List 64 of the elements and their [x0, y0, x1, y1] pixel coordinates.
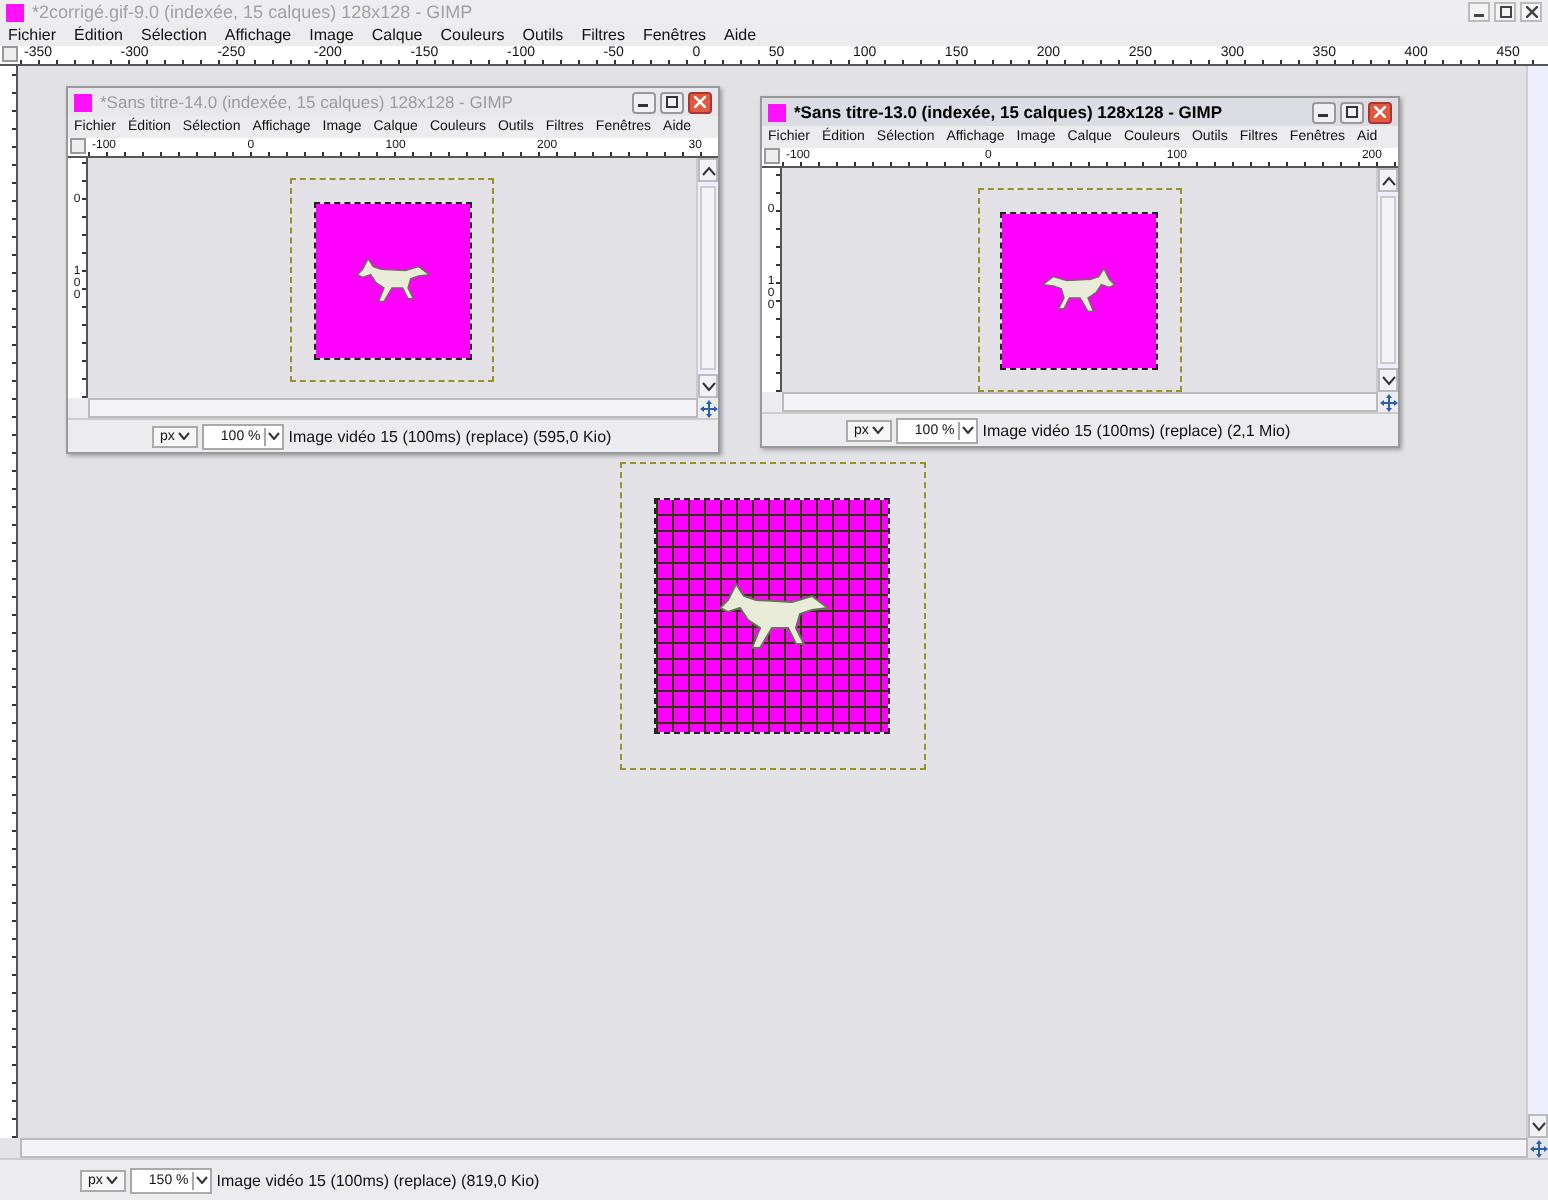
caret-down-icon — [196, 1176, 209, 1184]
menu-item[interactable]: Calque — [371, 26, 423, 44]
caret-down-icon — [701, 381, 715, 391]
minimize-button[interactable] — [1468, 2, 1490, 22]
caret-up-icon — [701, 165, 715, 175]
maximize-button[interactable] — [1494, 2, 1516, 22]
vertical-scrollbar[interactable] — [1376, 168, 1398, 392]
menu-item[interactable]: Aide — [724, 26, 757, 44]
caret-down-icon — [962, 426, 975, 434]
close-icon — [1525, 6, 1537, 18]
maximize-icon — [1346, 106, 1358, 118]
caret-down-icon — [1381, 375, 1395, 385]
status-message: Image vidéo 15 (100ms) (replace) (595,0 Kio) — [288, 427, 612, 445]
minimize-button[interactable] — [632, 91, 656, 113]
gimp-icon — [6, 3, 24, 21]
caret-down-icon — [872, 426, 885, 434]
menu-item[interactable]: Édition — [74, 26, 123, 44]
menu-item[interactable]: Fenêtres — [642, 26, 707, 44]
gimp-icon — [74, 93, 92, 111]
window-title: *2corrigé.gif-9.0 (indexée, 15 calques) 128x128 - GIMP — [32, 2, 475, 22]
menu-item[interactable]: Fichier — [8, 26, 57, 44]
menu-item[interactable]: Image — [309, 26, 354, 44]
maximize-button[interactable] — [1340, 101, 1364, 123]
status-message: Image vidéo 15 (100ms) (replace) (819,0 Kio) — [216, 1171, 540, 1189]
horizontal-scrollbar[interactable] — [88, 398, 698, 418]
close-button[interactable] — [1520, 2, 1542, 22]
scrollbar-thumb[interactable] — [700, 186, 716, 370]
caret-down-icon — [106, 1176, 119, 1184]
status-message: Image vidéo 15 (100ms) (replace) (2,1 Mio) — [982, 421, 1291, 439]
scroll-down-button[interactable] — [1528, 1114, 1548, 1138]
caret-down-icon — [1531, 1121, 1545, 1131]
close-icon — [1374, 106, 1386, 118]
minimize-button[interactable] — [1312, 101, 1336, 123]
horse-drawing — [352, 256, 432, 304]
horse-drawing — [1039, 266, 1119, 314]
caret-down-icon — [268, 432, 281, 440]
maximize-button[interactable] — [660, 91, 684, 113]
vertical-scrollbar[interactable] — [696, 158, 718, 398]
scrollbar-thumb[interactable] — [1380, 196, 1396, 364]
menu-item[interactable]: Couleurs — [440, 26, 505, 44]
scroll-up-button[interactable] — [1378, 168, 1398, 192]
maximize-icon — [1499, 6, 1511, 18]
vertical-scrollbar[interactable] — [1526, 66, 1548, 1138]
caret-up-icon — [1381, 175, 1395, 185]
window-title: *Sans titre-14.0 (indexée, 15 calques) 128x128 - GIMP — [100, 92, 515, 112]
gimp-icon — [768, 103, 786, 121]
menu-item[interactable]: Sélection — [140, 26, 207, 44]
horizontal-scrollbar[interactable] — [20, 1138, 1528, 1158]
navigate-icon[interactable] — [698, 398, 718, 418]
close-icon — [694, 96, 706, 108]
menu-item[interactable]: Outils — [522, 26, 564, 44]
maximize-icon — [666, 96, 678, 108]
menu-item[interactable]: Filtres — [581, 26, 625, 44]
caret-down-icon — [178, 432, 191, 440]
scroll-up-button[interactable] — [698, 158, 718, 182]
close-button[interactable] — [688, 91, 712, 113]
scroll-down-button[interactable] — [698, 374, 718, 398]
horizontal-scrollbar[interactable] — [782, 392, 1378, 412]
scroll-down-button[interactable] — [1378, 368, 1398, 392]
window-title: *Sans titre-13.0 (indexée, 15 calques) 128x128 - GIMP — [794, 102, 1225, 122]
menu-item[interactable]: Affichage — [224, 26, 292, 44]
navigate-icon[interactable] — [1528, 1138, 1548, 1158]
navigate-icon[interactable] — [1378, 392, 1398, 412]
close-button[interactable] — [1368, 101, 1392, 123]
